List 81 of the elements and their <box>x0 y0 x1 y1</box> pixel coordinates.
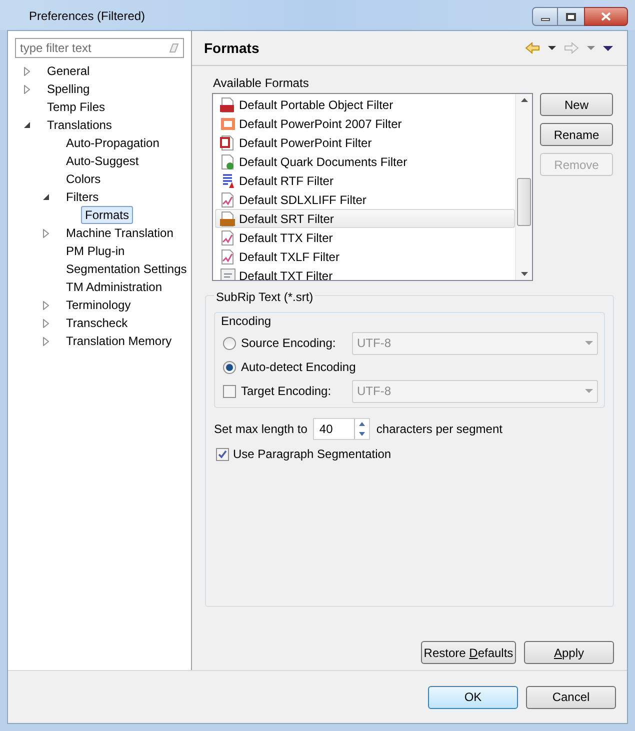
scroll-down-icon[interactable] <box>520 272 528 276</box>
tree-item[interactable]: Transcheck <box>62 314 132 332</box>
expand-icon[interactable] <box>24 66 30 76</box>
list-item[interactable]: Default RTF Filter <box>215 171 515 190</box>
file-icon <box>220 210 236 226</box>
tree-item[interactable]: Formats <box>81 206 134 224</box>
scrollbar[interactable] <box>515 94 532 280</box>
tree-item[interactable]: Machine Translation <box>62 224 178 242</box>
view-menu-icon[interactable] <box>603 46 613 50</box>
option-label: Use Paragraph Segmentation <box>233 446 392 463</box>
tree-item[interactable]: Translations <box>43 116 116 134</box>
tree-item[interactable]: PM Plug-in <box>62 242 129 260</box>
file-icon <box>220 248 236 264</box>
list-item[interactable]: Default PowerPoint Filter <box>215 133 515 152</box>
tree-item[interactable]: Filters <box>62 188 103 206</box>
expand-icon[interactable] <box>24 84 30 94</box>
collapse-icon[interactable] <box>24 122 30 128</box>
dialog-button[interactable]: OK <box>428 686 518 708</box>
window-title: Preferences (Filtered) <box>29 8 146 25</box>
list-item[interactable]: Default PowerPoint 2007 Filter <box>215 114 515 133</box>
option-label: Auto-detect Encoding <box>241 359 356 376</box>
list-item[interactable]: Default TTX Filter <box>215 228 515 247</box>
maximize-button[interactable] <box>558 7 584 26</box>
tree-item[interactable]: Temp Files <box>43 98 110 116</box>
forward-arrow-icon[interactable] <box>564 42 579 54</box>
list-item[interactable]: Default Portable Object Filter <box>215 95 515 114</box>
file-icon <box>220 134 236 150</box>
max-length-spinner[interactable]: 40 <box>313 418 370 440</box>
tree-item[interactable]: Auto-Propagation <box>62 134 164 152</box>
filter-field[interactable]: type filter text <box>15 38 184 58</box>
file-icon <box>220 268 236 280</box>
list-item[interactable]: Default SDLXLIFF Filter <box>215 190 515 209</box>
scrollbar-thumb[interactable] <box>517 178 531 226</box>
dialog-button[interactable]: Cancel <box>526 686 616 708</box>
tree-item[interactable]: Terminology <box>62 296 135 314</box>
scroll-up-icon[interactable] <box>520 98 528 102</box>
back-arrow-icon[interactable] <box>525 42 540 54</box>
minimize-button[interactable] <box>532 7 558 26</box>
file-icon <box>220 230 236 246</box>
checkbox[interactable] <box>216 448 229 460</box>
tree-item[interactable]: General <box>43 62 94 80</box>
option-label: Source Encoding: <box>241 335 336 352</box>
list-action-button[interactable]: Rename <box>540 123 613 146</box>
eraser-icon[interactable] <box>168 42 180 54</box>
collapse-icon[interactable] <box>43 194 49 200</box>
list-action-button[interactable]: New <box>540 93 613 116</box>
radio-button[interactable] <box>223 336 236 350</box>
page-button[interactable]: Apply <box>524 641 614 664</box>
file-icon <box>220 172 236 188</box>
list-item[interactable]: Default TXLF Filter <box>215 247 515 266</box>
tree-item[interactable]: Colors <box>62 170 105 188</box>
list-item[interactable]: Default TXT Filter <box>215 266 515 280</box>
radio-button[interactable] <box>223 360 236 374</box>
tree-item[interactable]: Auto-Suggest <box>62 152 143 170</box>
file-icon <box>220 116 236 132</box>
close-button[interactable] <box>584 7 628 26</box>
checkbox[interactable] <box>223 384 236 398</box>
expand-icon[interactable] <box>43 318 49 328</box>
max-length-suffix: characters per segment <box>376 421 502 438</box>
dropdown-arrow-icon <box>585 389 593 393</box>
tree-item[interactable]: TM Administration <box>62 278 166 296</box>
tree-item[interactable]: Translation Memory <box>62 332 176 350</box>
close-icon <box>601 12 611 21</box>
option-label: Target Encoding: <box>241 383 332 400</box>
tree-item[interactable]: Segmentation Settings <box>62 260 191 278</box>
tree-item[interactable]: Spelling <box>43 80 94 98</box>
group-label: Encoding <box>221 313 272 330</box>
page-title: Formats <box>204 38 260 58</box>
expand-icon[interactable] <box>43 336 49 346</box>
page-button[interactable]: Restore Defaults <box>421 641 516 664</box>
file-icon <box>220 192 236 208</box>
expand-icon[interactable] <box>43 228 49 238</box>
max-length-label: Set max length to <box>214 421 308 438</box>
dropdown-arrow-icon[interactable] <box>548 46 556 50</box>
list-item[interactable]: Default Quark Documents Filter <box>215 152 515 171</box>
file-icon <box>220 96 236 112</box>
expand-icon[interactable] <box>43 300 49 310</box>
dropdown-arrow-icon <box>585 341 593 345</box>
file-icon <box>220 154 236 170</box>
group-label: Available Formats <box>212 75 310 92</box>
list-item[interactable]: Default SRT Filter <box>215 209 515 228</box>
